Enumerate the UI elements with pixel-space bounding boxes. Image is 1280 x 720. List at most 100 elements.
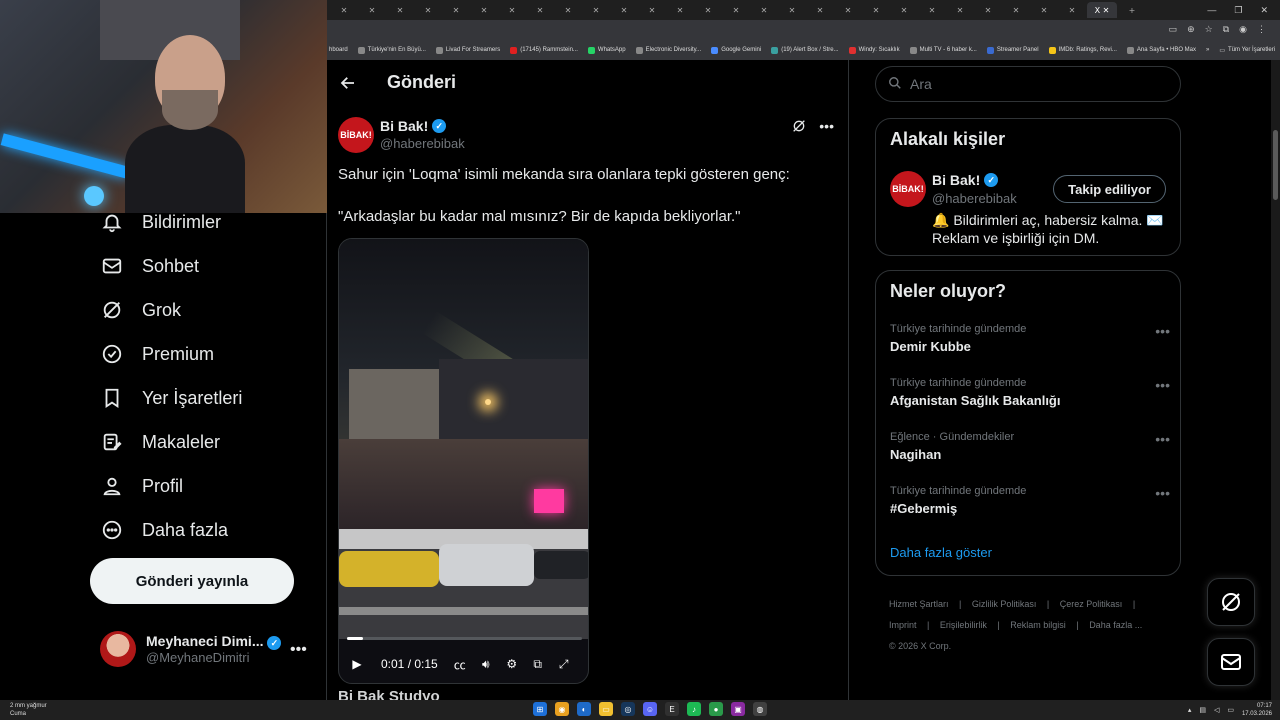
post-button[interactable]: Gönderi yayınla bbox=[90, 558, 294, 604]
profile-icon[interactable]: ◉ bbox=[1239, 24, 1247, 35]
battery-icon[interactable]: ▭ bbox=[1227, 706, 1234, 714]
grok-icon[interactable] bbox=[791, 118, 807, 137]
messages-fab[interactable] bbox=[1207, 638, 1255, 686]
browser-tab[interactable]: ✕ bbox=[415, 2, 441, 18]
more-icon[interactable]: ••• bbox=[1155, 323, 1170, 339]
video-player[interactable]: ▶ 0:01 / 0:15 ㏄ 🔊︎ ⚙ ⧉ ⤢ bbox=[338, 238, 589, 684]
new-tab-button[interactable]: + bbox=[1119, 2, 1145, 18]
browser-tab[interactable]: ✕ bbox=[695, 2, 721, 18]
bookmark-item[interactable]: Streamer Panel bbox=[986, 46, 1039, 54]
browser-tab[interactable]: ✕ bbox=[667, 2, 693, 18]
bookmark-item[interactable]: Türkiye'nin En Büyü... bbox=[357, 46, 426, 54]
browser-tab[interactable]: ✕ bbox=[555, 2, 581, 18]
browser-tab[interactable]: ✕ bbox=[359, 2, 385, 18]
bookmark-item[interactable]: hboard bbox=[329, 47, 348, 53]
trend-item[interactable]: Eğlence · Gündemdekiler Nagihan ••• bbox=[890, 431, 1170, 462]
browser-tab[interactable]: ✕ bbox=[443, 2, 469, 18]
nav-item-daha-fazla[interactable]: Daha fazla bbox=[100, 515, 228, 545]
browser-tab[interactable]: ✕ bbox=[611, 2, 637, 18]
account-switcher[interactable]: Meyhaneci Dimi... ✓ @MeyhaneDimitri ••• bbox=[100, 631, 307, 667]
browser-tab[interactable]: ✕ bbox=[751, 2, 777, 18]
picture-in-picture-icon[interactable]: ⧉ bbox=[530, 656, 546, 672]
scrollbar-thumb[interactable] bbox=[1273, 130, 1278, 200]
network-icon[interactable]: ▤ bbox=[1199, 706, 1206, 714]
browser-tab[interactable]: ✕ bbox=[1003, 2, 1029, 18]
trend-item[interactable]: Türkiye tarihinde gündemde #Gebermiş ••• bbox=[890, 485, 1170, 516]
browser-tab[interactable]: ✕ bbox=[723, 2, 749, 18]
footer-link[interactable]: Daha fazla ... bbox=[1089, 620, 1142, 630]
more-icon[interactable]: ••• bbox=[1155, 377, 1170, 393]
nav-item-grok[interactable]: Grok bbox=[100, 295, 181, 325]
more-icon[interactable]: ••• bbox=[1155, 431, 1170, 447]
browser-tab[interactable]: ✕ bbox=[779, 2, 805, 18]
show-more-link[interactable]: Daha fazla göster bbox=[890, 545, 992, 560]
bookmark-item[interactable]: (19) Alert Box / Stre... bbox=[771, 46, 839, 54]
footer-link[interactable]: Erişilebilirlik bbox=[940, 620, 987, 630]
close-icon[interactable]: ✕ bbox=[1260, 5, 1268, 16]
bookmark-item-all[interactable]: ▭ Tüm Yer İşaretleri bbox=[1219, 47, 1275, 54]
chrome-icon[interactable]: ◉ bbox=[555, 702, 569, 716]
bookmark-item[interactable]: Multi TV - 6 haber k... bbox=[909, 46, 977, 54]
browser-tab[interactable]: ✕ bbox=[807, 2, 833, 18]
more-icon[interactable]: ••• bbox=[1155, 485, 1170, 501]
footer-link[interactable]: Imprint bbox=[889, 620, 917, 630]
weather-widget[interactable]: 2 mm yağmur Cuma bbox=[10, 702, 47, 718]
bookmark-item[interactable]: Windy: Sıcaklık bbox=[848, 46, 900, 54]
footer-link[interactable]: Hizmet Şartları bbox=[889, 599, 949, 609]
windows-start-icon[interactable]: ⊞ bbox=[533, 702, 547, 716]
bookmark-item[interactable]: IMDb: Ratings, Revi... bbox=[1048, 46, 1117, 54]
browser-tab[interactable]: ✕ bbox=[1031, 2, 1057, 18]
steam-icon[interactable]: ◎ bbox=[621, 702, 635, 716]
browser-tab[interactable]: ✕ bbox=[835, 2, 861, 18]
browser-tab[interactable]: ✕ bbox=[387, 2, 413, 18]
nav-item-profil[interactable]: Profil bbox=[100, 471, 183, 501]
app-icon[interactable]: ● bbox=[709, 702, 723, 716]
browser-tab[interactable]: ✕ bbox=[1059, 2, 1085, 18]
bookmark-item[interactable]: Livad For Streamers bbox=[435, 46, 500, 54]
related-avatar[interactable]: BİBAK! bbox=[890, 171, 926, 207]
bookmark-item[interactable]: Google Gemini bbox=[711, 46, 761, 54]
browser-tab[interactable]: ✕ bbox=[975, 2, 1001, 18]
star-icon[interactable]: ☆ bbox=[1205, 24, 1213, 35]
nav-item-makaleler[interactable]: Makaleler bbox=[100, 427, 220, 457]
browser-tab[interactable]: ✕ bbox=[331, 2, 357, 18]
back-arrow-icon[interactable] bbox=[339, 74, 357, 97]
bookmark-item[interactable]: WhatsApp bbox=[587, 46, 626, 54]
app-icon[interactable]: ◍ bbox=[753, 702, 767, 716]
trend-item[interactable]: Türkiye tarihinde gündemde Demir Kubbe •… bbox=[890, 323, 1170, 354]
tray-chevron-icon[interactable]: ▴ bbox=[1188, 706, 1192, 714]
bookmark-item[interactable]: Ana Sayfa • HBO Max bbox=[1126, 46, 1196, 54]
discord-icon[interactable]: ☺ bbox=[643, 702, 657, 716]
author-avatar[interactable]: BİBAK! bbox=[338, 117, 374, 153]
browser-tab[interactable]: ✕ bbox=[947, 2, 973, 18]
system-clock[interactable]: 07:17 17.03.2026 bbox=[1242, 702, 1272, 718]
nav-item-premium[interactable]: Premium bbox=[100, 339, 214, 369]
nav-item-yer-isaretleri[interactable]: Yer İşaretleri bbox=[100, 383, 242, 413]
more-icon[interactable]: ••• bbox=[819, 118, 834, 137]
browser-tab[interactable]: ✕ bbox=[919, 2, 945, 18]
cast-icon[interactable]: ▭ bbox=[1169, 24, 1178, 35]
following-button[interactable]: Takip ediliyor bbox=[1053, 175, 1166, 203]
bookmark-item[interactable]: Electronic Diversity... bbox=[635, 46, 701, 54]
footer-link[interactable]: Gizlilik Politikası bbox=[972, 599, 1037, 609]
captions-icon[interactable]: ㏄ bbox=[452, 656, 468, 672]
browser-tab[interactable]: ✕ bbox=[891, 2, 917, 18]
page-scrollbar[interactable] bbox=[1271, 60, 1280, 700]
browser-tab[interactable]: ✕ bbox=[639, 2, 665, 18]
search-box[interactable]: Ara bbox=[875, 66, 1181, 102]
browser-tab[interactable]: ✕ bbox=[583, 2, 609, 18]
edge-icon[interactable]: ◐ bbox=[577, 702, 591, 716]
maximize-icon[interactable]: ❐ bbox=[1234, 5, 1242, 16]
speaker-icon[interactable]: ◁ bbox=[1214, 706, 1219, 714]
menu-icon[interactable]: ⋮ bbox=[1257, 24, 1266, 35]
trend-item[interactable]: Türkiye tarihinde gündemde Afganistan Sa… bbox=[890, 377, 1170, 408]
browser-tab[interactable]: ✕ bbox=[499, 2, 525, 18]
settings-gear-icon[interactable]: ⚙ bbox=[504, 656, 520, 672]
spotify-icon[interactable]: ♪ bbox=[687, 702, 701, 716]
extensions-icon[interactable]: ⧉ bbox=[1223, 24, 1229, 35]
related-name-row[interactable]: Bi Bak! ✓ bbox=[932, 172, 999, 188]
play-icon[interactable]: ▶ bbox=[349, 656, 365, 672]
browser-tab[interactable]: ✕ bbox=[863, 2, 889, 18]
zoom-icon[interactable]: ⊕ bbox=[1187, 24, 1195, 35]
volume-icon[interactable]: 🔊︎ bbox=[478, 656, 494, 672]
